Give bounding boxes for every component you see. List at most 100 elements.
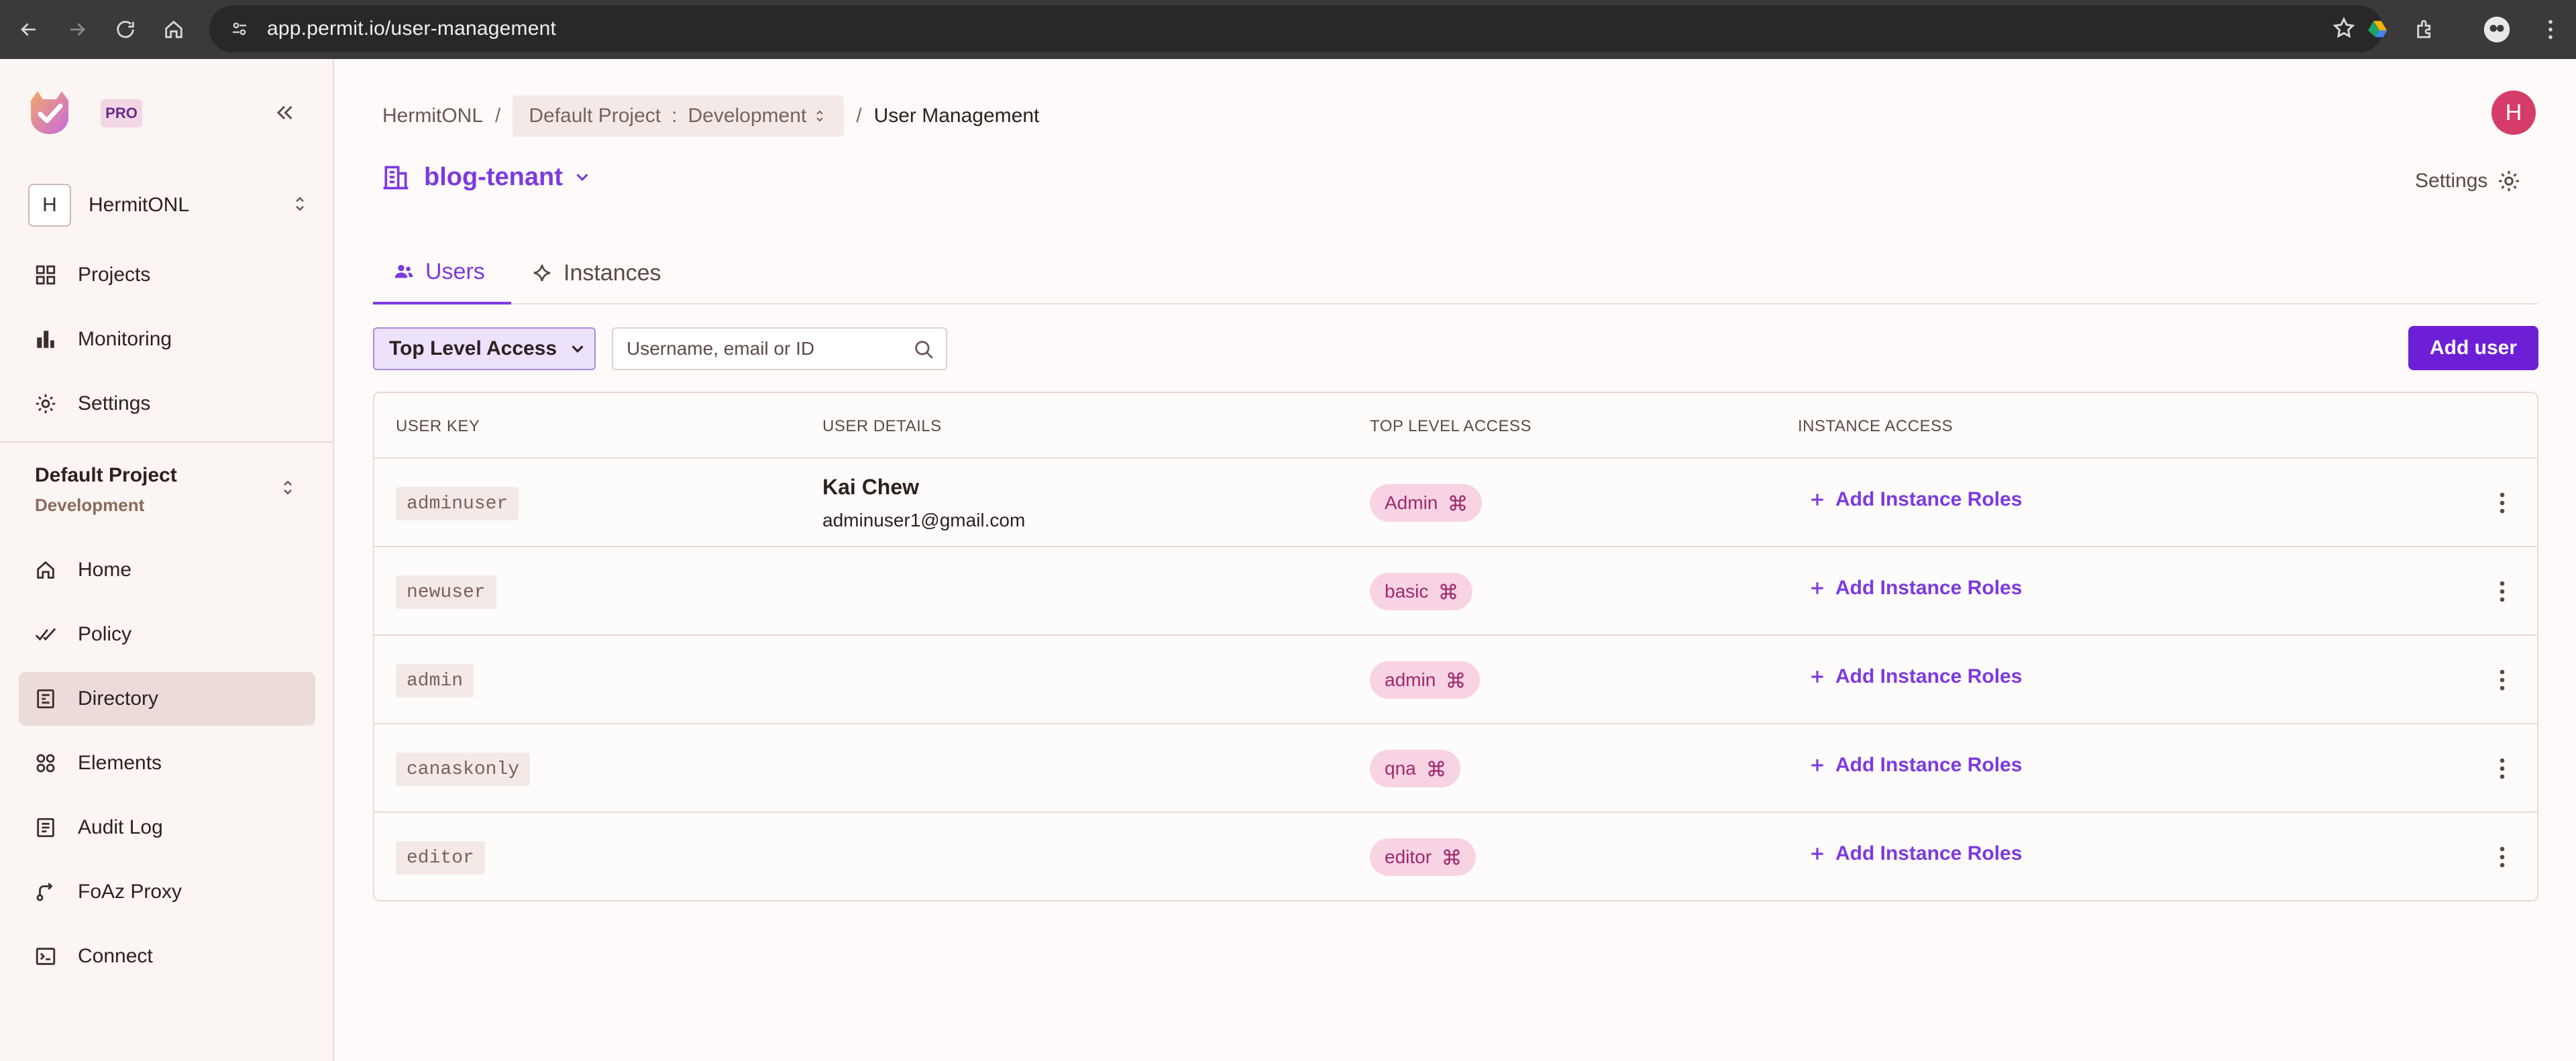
breadcrumb-project: Default Project bbox=[529, 105, 661, 127]
add-instance-roles-label: Add Instance Roles bbox=[1835, 842, 2023, 864]
add-instance-roles-button[interactable]: Add Instance Roles bbox=[1807, 842, 2022, 865]
more-options-icon[interactable] bbox=[2487, 577, 2517, 606]
sidebar-item-directory[interactable]: Directory bbox=[19, 672, 315, 726]
avatar[interactable]: H bbox=[2491, 91, 2536, 135]
tenant-selector[interactable]: blog-tenant bbox=[381, 162, 592, 192]
command-icon bbox=[1450, 495, 1466, 511]
column-header: TOP LEVEL ACCESS bbox=[1370, 417, 1532, 435]
policy-check-icon bbox=[32, 621, 59, 648]
table-row[interactable]: adminuser Kai Chew adminuser1@gmail.com … bbox=[374, 457, 2537, 546]
home-icon[interactable] bbox=[150, 6, 197, 53]
home-icon bbox=[32, 557, 59, 583]
sidebar-item-label: Elements bbox=[78, 752, 162, 774]
org-name: HermitONL bbox=[89, 194, 190, 216]
browser-toolbar: app.permit.io/user-management bbox=[0, 0, 2576, 59]
table-row[interactable]: canaskonly qna Add Instance Roles bbox=[374, 723, 2537, 812]
role-chip[interactable]: admin bbox=[1370, 661, 1481, 699]
site-settings-icon[interactable] bbox=[221, 11, 258, 47]
org-avatar: H bbox=[28, 184, 71, 227]
breadcrumb-org[interactable]: HermitONL bbox=[382, 105, 483, 127]
chevron-down-icon bbox=[572, 167, 592, 187]
add-instance-roles-button[interactable]: Add Instance Roles bbox=[1807, 577, 2022, 600]
url-text[interactable]: app.permit.io/user-management bbox=[267, 17, 556, 40]
role-label: basic bbox=[1385, 581, 1429, 602]
extensions-puzzle-icon[interactable] bbox=[2404, 8, 2447, 51]
sparkle-icon bbox=[531, 262, 564, 284]
gear-icon bbox=[32, 390, 59, 417]
more-options-icon[interactable] bbox=[2487, 842, 2517, 872]
back-icon[interactable] bbox=[5, 6, 52, 53]
gear-icon bbox=[2487, 169, 2521, 193]
permit-logo[interactable] bbox=[25, 87, 74, 135]
building-icon bbox=[381, 162, 411, 192]
elements-icon bbox=[32, 750, 59, 777]
role-chip[interactable]: qna bbox=[1370, 750, 1460, 787]
browser-menu-icon[interactable] bbox=[2529, 8, 2572, 51]
column-header: INSTANCE ACCESS bbox=[1798, 417, 1953, 435]
search-icon[interactable] bbox=[912, 338, 935, 364]
role-chip[interactable]: basic bbox=[1370, 573, 1473, 610]
breadcrumb: HermitONL / Default Project : Developmen… bbox=[382, 95, 1039, 137]
table-row[interactable]: editor editor Add Instance Roles bbox=[374, 812, 2537, 900]
sidebar-item-elements[interactable]: Elements bbox=[19, 736, 315, 790]
add-instance-roles-label: Add Instance Roles bbox=[1835, 665, 2023, 687]
add-instance-roles-button[interactable]: Add Instance Roles bbox=[1807, 488, 2022, 511]
table-row[interactable]: newuser basic Add Instance Roles bbox=[374, 546, 2537, 634]
proxy-icon bbox=[32, 879, 59, 905]
sidebar-item-connect[interactable]: Connect bbox=[19, 930, 315, 983]
sidebar-item-policy[interactable]: Policy bbox=[19, 608, 315, 661]
tenant-settings-button[interactable]: Settings bbox=[2415, 169, 2521, 193]
sidebar-item-foaz-proxy[interactable]: FoAz Proxy bbox=[19, 865, 315, 919]
audit-log-icon bbox=[32, 814, 59, 841]
role-chip[interactable]: Admin bbox=[1370, 484, 1483, 522]
sidebar-item-home[interactable]: Home bbox=[19, 543, 315, 597]
breadcrumb-project-env[interactable]: Default Project : Development bbox=[513, 95, 845, 137]
sidebar-item-settings[interactable]: Settings bbox=[19, 377, 315, 431]
sidebar-item-label: FoAz Proxy bbox=[78, 881, 182, 903]
plus-icon bbox=[1811, 759, 1823, 771]
add-user-button[interactable]: Add user bbox=[2408, 326, 2538, 370]
bookmark-star-icon[interactable] bbox=[2332, 16, 2356, 44]
command-icon bbox=[1440, 583, 1457, 600]
user-name: Kai Chew bbox=[822, 475, 920, 499]
plus-icon bbox=[1811, 671, 1823, 683]
plus-icon bbox=[1811, 848, 1823, 860]
tab-users[interactable]: Users bbox=[373, 241, 511, 304]
search-input[interactable] bbox=[627, 338, 895, 359]
column-header: USER KEY bbox=[396, 417, 480, 435]
top-level-access-filter[interactable]: Top Level Access bbox=[373, 327, 596, 370]
chevron-down-icon bbox=[557, 339, 588, 359]
tenant-name: blog-tenant bbox=[424, 162, 563, 191]
role-chip[interactable]: editor bbox=[1370, 838, 1477, 876]
sidebar-item-audit-log[interactable]: Audit Log bbox=[19, 801, 315, 854]
more-options-icon[interactable] bbox=[2487, 754, 2517, 783]
google-drive-icon[interactable] bbox=[2356, 8, 2399, 51]
add-instance-roles-button[interactable]: Add Instance Roles bbox=[1807, 665, 2022, 688]
user-key: newuser bbox=[396, 575, 496, 609]
tab-instances[interactable]: Instances bbox=[531, 241, 661, 304]
sidebar-item-monitoring[interactable]: Monitoring bbox=[19, 313, 315, 366]
profile-icon[interactable] bbox=[2475, 8, 2518, 51]
add-instance-roles-label: Add Instance Roles bbox=[1835, 488, 2023, 510]
user-email: adminuser1@gmail.com bbox=[822, 510, 1026, 530]
address-bar[interactable]: app.permit.io/user-management bbox=[209, 5, 2383, 52]
forward-icon[interactable] bbox=[54, 6, 101, 53]
sidebar-item-label: Policy bbox=[78, 623, 132, 645]
sidebar-item-projects[interactable]: Projects bbox=[19, 248, 315, 302]
user-key: editor bbox=[396, 841, 485, 875]
more-options-icon[interactable] bbox=[2487, 488, 2517, 518]
add-instance-roles-label: Add Instance Roles bbox=[1835, 754, 2023, 776]
users-icon bbox=[393, 261, 425, 282]
collapse-sidebar-icon[interactable] bbox=[270, 98, 299, 127]
add-instance-roles-button[interactable]: Add Instance Roles bbox=[1807, 754, 2022, 777]
table-row[interactable]: admin admin Add Instance Roles bbox=[374, 634, 2537, 723]
breadcrumb-colon: : bbox=[672, 105, 678, 127]
tab-bar: Users Instances bbox=[373, 241, 2538, 304]
tab-label: Users bbox=[425, 258, 485, 284]
project-name: Default Project bbox=[35, 464, 177, 486]
column-header: USER DETAILS bbox=[822, 417, 942, 435]
more-options-icon[interactable] bbox=[2487, 665, 2517, 695]
terminal-icon bbox=[32, 943, 59, 970]
reload-icon[interactable] bbox=[102, 6, 149, 53]
org-switcher[interactable]: H HermitONL bbox=[28, 184, 310, 227]
